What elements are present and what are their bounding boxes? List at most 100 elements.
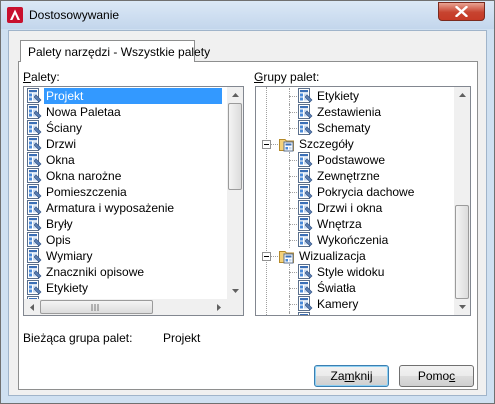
scroll-right-button[interactable]	[211, 299, 227, 315]
palette-item-label: Zewnętrzne	[317, 169, 380, 183]
help-button[interactable]: Pomoc	[399, 365, 474, 387]
palette-list-item[interactable]: Okna narożne	[26, 168, 224, 184]
palette-list-item[interactable]: Ściany	[26, 120, 224, 136]
scroll-down-icon	[458, 305, 466, 309]
tool-palette-icon	[27, 152, 42, 167]
palette-item-label: Wnętrza	[317, 217, 362, 231]
help-button-label-mnemonic: c	[449, 369, 456, 383]
palettes-vscroll-thumb[interactable]	[228, 103, 242, 190]
help-button-label-start: Pomo	[417, 369, 450, 383]
groups-label-rest: rupy palet:	[263, 70, 320, 84]
tool-palette-icon	[27, 264, 42, 279]
groups-vertical-scrollbar[interactable]	[454, 87, 470, 315]
scroll-down-button[interactable]	[227, 283, 243, 299]
palettes-vertical-scrollbar[interactable]	[227, 87, 243, 299]
groups-vscroll-thumb[interactable]	[455, 205, 469, 299]
palette-list-item[interactable]: Projekt	[26, 88, 224, 104]
palette-item-label: Pokrycia dachowe	[317, 185, 415, 199]
tool-palette-icon	[298, 104, 313, 119]
tool-palette-icon	[298, 184, 313, 199]
scroll-left-icon	[30, 303, 34, 311]
tool-palette-icon	[27, 104, 42, 119]
close-button-label-start: Za	[330, 369, 345, 383]
palette-item-label: Style widoku	[317, 265, 385, 279]
tree-connector-line	[271, 144, 278, 146]
tree-palette-item[interactable]: Etykiety	[256, 88, 450, 104]
tool-palette-icon	[27, 88, 42, 103]
tree-connector-line	[289, 176, 297, 178]
close-icon	[455, 6, 468, 17]
tool-palette-icon	[27, 184, 42, 199]
palette-list-item[interactable]: Wymiary	[26, 248, 224, 264]
palette-item-label: Wymiary	[46, 249, 93, 263]
tree-palette-item[interactable]: Wnętrza	[256, 216, 450, 232]
scroll-up-button[interactable]	[227, 87, 243, 103]
tree-palette-item[interactable]: Zestawienia	[256, 104, 450, 120]
tree-palette-item[interactable]: Schematy	[256, 120, 450, 136]
tree-connector-line	[289, 312, 291, 315]
palette-list-item[interactable]: Drzwi	[26, 136, 224, 152]
tree-palette-item[interactable]: Wykończenia	[256, 232, 450, 248]
tree-palette-item[interactable]: Style widoku	[256, 264, 450, 280]
palette-item-label: Projekt	[44, 88, 222, 104]
tool-palette-icon	[27, 168, 42, 183]
scroll-left-button[interactable]	[24, 299, 40, 315]
palette-list-item[interactable]: Armatura i wyposażenie	[26, 200, 224, 216]
tree-connector-line	[289, 128, 297, 130]
group-label: Wizualizacja	[299, 249, 366, 263]
close-button[interactable]: Zamknij	[314, 365, 389, 387]
palette-list-item[interactable]: Etykiety	[26, 280, 224, 296]
autocad-app-icon	[7, 7, 23, 23]
palette-item-label: Okna narożne	[46, 169, 122, 183]
palette-item-label: Zestawienia	[317, 105, 382, 119]
scroll-down-icon	[231, 289, 239, 293]
title-bar[interactable]: Dostosowywanie	[1, 1, 494, 29]
tree-connector-line	[289, 304, 297, 306]
palettes-listbox[interactable]: Projekt Nowa Paletaa Ściany Drzwi Okna Okna n…	[23, 86, 244, 316]
palette-list-item[interactable]: Opis	[26, 232, 224, 248]
tree-palette-item[interactable]: Materiały	[256, 312, 450, 315]
palette-group-node[interactable]: Wizualizacja	[260, 248, 450, 264]
palettes-horizontal-scrollbar[interactable]	[24, 299, 227, 315]
close-window-button[interactable]	[438, 2, 485, 21]
palette-item-label: Nowa Paletaa	[46, 105, 121, 119]
palette-item-label: Pomieszczenia	[46, 185, 127, 199]
tree-connector-line	[289, 112, 297, 114]
scrollbar-corner	[227, 299, 243, 315]
palette-item-label: Drzwi	[46, 137, 76, 151]
close-button-label-mnemonic: m	[344, 369, 355, 383]
palette-item-label: Schematy	[317, 121, 371, 135]
tree-connector-line	[289, 272, 297, 274]
collapse-toggle-icon[interactable]	[262, 140, 271, 149]
tool-palette-icon	[298, 168, 313, 183]
tree-palette-item[interactable]: Światła	[256, 280, 450, 296]
palette-list-item[interactable]: Bryły	[26, 216, 224, 232]
tree-connector-line	[271, 256, 278, 258]
palette-list-item[interactable]: Okna	[26, 152, 224, 168]
tool-palette-icon	[27, 232, 42, 247]
tool-palette-icon	[27, 248, 42, 263]
palette-list-item[interactable]: Nowa Paletaa	[26, 104, 224, 120]
palette-groups-tree[interactable]: Etykiety Zestawienia Schematy Szczegóły Pods…	[255, 86, 471, 316]
scroll-down-button[interactable]	[454, 299, 470, 315]
palettes-label-mnemonic: P	[23, 70, 32, 84]
scroll-up-button[interactable]	[454, 87, 470, 103]
scroll-up-icon	[458, 93, 466, 97]
palettes-hscroll-thumb[interactable]	[40, 300, 153, 314]
tree-palette-item[interactable]: Podstawowe	[256, 152, 450, 168]
tool-palette-icon	[27, 136, 42, 151]
tool-palette-icon	[27, 216, 42, 231]
collapse-toggle-icon[interactable]	[262, 252, 271, 261]
palette-group-node[interactable]: Szczegóły	[260, 136, 450, 152]
tree-palette-item[interactable]: Pokrycia dachowe	[256, 184, 450, 200]
tool-palette-icon	[298, 200, 313, 215]
tree-palette-item[interactable]: Zewnętrzne	[256, 168, 450, 184]
tab-all-palettes[interactable]: Palety narzędzi - Wszystkie palety	[20, 40, 210, 62]
palette-item-label: Światła	[317, 281, 356, 295]
tree-palette-item[interactable]: Kamery	[256, 296, 450, 312]
palette-list-item[interactable]: Pomieszczenia	[26, 184, 224, 200]
palette-list-item[interactable]: Znaczniki opisowe	[26, 264, 224, 280]
tool-palette-icon	[298, 216, 313, 231]
tree-palette-item[interactable]: Drzwi i okna	[256, 200, 450, 216]
current-group-value: Projekt	[163, 331, 201, 345]
